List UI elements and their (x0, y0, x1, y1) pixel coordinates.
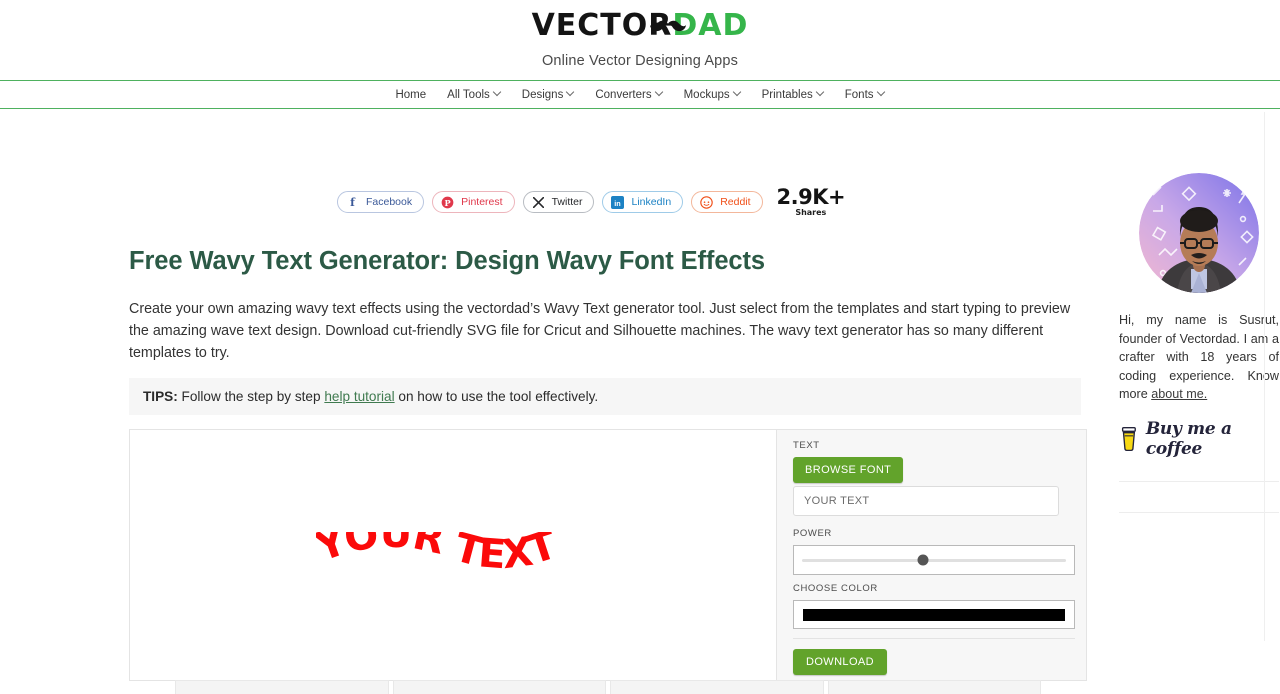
author-bio: Hi, my name is Susrut, founder of Vector… (1119, 311, 1279, 404)
chevron-down-icon (817, 89, 824, 96)
site-logo[interactable]: VECTORDAD (532, 9, 749, 43)
wavy-text-tool: YOUR TEXT TEXT BROWSE FONT POWER CHOOSE … (129, 429, 1087, 694)
site-header: VECTORDAD Online Vector Designing Apps (0, 0, 1280, 70)
main-content: f Facebook P Pinterest Twitter in Linked… (129, 109, 1091, 694)
page-title: Free Wavy Text Generator: Design Wavy Fo… (129, 247, 765, 275)
share-count: 2.9K+ Shares (777, 187, 846, 217)
browse-font-button[interactable]: BROWSE FONT (793, 457, 904, 483)
template-thumbnails-row (130, 680, 1086, 694)
help-tutorial-link[interactable]: help tutorial (324, 389, 394, 404)
svg-text:YOUR TEXT: YOUR TEXT (316, 532, 563, 578)
share-label: Twitter (551, 196, 583, 208)
nav-item-all-tools[interactable]: All Tools (447, 89, 501, 101)
chevron-down-icon (656, 89, 663, 96)
share-button-pinterest[interactable]: P Pinterest (432, 191, 515, 213)
share-button-facebook[interactable]: f Facebook (337, 191, 425, 213)
template-thumbnail[interactable] (827, 680, 1041, 694)
nav-label: Converters (595, 88, 652, 101)
nav-label: All Tools (447, 88, 490, 101)
choose-color-label: CHOOSE COLOR (793, 583, 878, 594)
sidebar-vertical-rule (1264, 112, 1265, 641)
nav-item-printables[interactable]: Printables (762, 89, 824, 101)
nav-item-designs[interactable]: Designs (522, 89, 575, 101)
social-share-bar: f Facebook P Pinterest Twitter in Linked… (337, 187, 1091, 217)
reddit-icon (700, 195, 713, 209)
panel-divider (793, 638, 1075, 639)
buy-me-a-coffee-button[interactable]: Buy me a coffee (1119, 419, 1279, 459)
wavy-text-svg: YOUR TEXT (309, 511, 564, 579)
svg-text:P: P (445, 197, 451, 207)
nav-label: Mockups (683, 88, 730, 101)
nav-label: Fonts (844, 88, 874, 101)
text-input[interactable] (793, 486, 1059, 516)
pinterest-icon: P (441, 196, 454, 209)
slider-track (802, 554, 1066, 566)
avatar (1139, 173, 1259, 293)
share-label: Reddit (720, 196, 751, 208)
about-me-link[interactable]: about me. (1151, 387, 1207, 401)
nav-item-mockups[interactable]: Mockups (684, 89, 741, 101)
logo-text-dad: DAD (672, 8, 749, 43)
tips-label: TIPS: (143, 389, 178, 404)
share-count-number: 2.9K+ (776, 185, 846, 209)
share-button-twitter[interactable]: Twitter (522, 191, 595, 213)
share-button-reddit[interactable]: Reddit (691, 191, 763, 213)
site-tagline: Online Vector Designing Apps (541, 53, 739, 69)
logo-text-vector: VECTOR (531, 8, 673, 43)
sidebar: Hi, my name is Susrut, founder of Vector… (1119, 109, 1279, 681)
coffee-cup-icon (1121, 426, 1136, 451)
linkedin-icon: in (611, 195, 625, 209)
chevron-down-icon (878, 89, 885, 96)
svg-text:in: in (615, 198, 622, 207)
share-label: LinkedIn (631, 196, 672, 208)
facebook-icon: f (350, 195, 355, 209)
nav-label: Designs (521, 88, 564, 101)
text-section-label: TEXT (793, 440, 820, 451)
coffee-label: Buy me a coffee (1145, 418, 1232, 459)
share-label: Pinterest (461, 196, 503, 208)
tips-box: TIPS: Follow the step by step help tutor… (129, 378, 1081, 415)
wavy-text-preview: YOUR TEXT (309, 511, 586, 602)
share-count-label: Shares (795, 208, 827, 217)
slider-knob[interactable] (917, 554, 929, 566)
main-navigation: Home All Tools Designs Converters Mockup… (0, 80, 1280, 109)
share-label: Facebook (366, 196, 413, 208)
intro-paragraph: Create your own amazing wavy text effect… (129, 301, 1071, 361)
color-picker[interactable] (793, 600, 1075, 629)
power-slider[interactable] (793, 545, 1075, 575)
chevron-down-icon (734, 89, 741, 96)
nav-label: Printables (761, 88, 813, 101)
nav-item-home[interactable]: Home (395, 89, 426, 101)
nav-item-fonts[interactable]: Fonts (845, 89, 885, 101)
tips-text-before: Follow the step by step (177, 389, 325, 404)
tips-text-after: on how to use the tool effectively. (394, 389, 599, 404)
template-thumbnail[interactable] (175, 680, 389, 694)
nav-label: Home (395, 88, 427, 101)
template-thumbnail[interactable] (392, 680, 606, 694)
tool-canvas[interactable]: YOUR TEXT (130, 430, 776, 680)
wavy-text-content: YOUR TEXT (309, 511, 564, 579)
chevron-down-icon (567, 89, 574, 96)
chevron-down-icon (494, 89, 501, 96)
color-swatch (803, 608, 1065, 621)
nav-list: Home All Tools Designs Converters Mockup… (0, 81, 1280, 108)
power-label: POWER (793, 528, 832, 539)
page-body: f Facebook P Pinterest Twitter in Linked… (0, 109, 1280, 694)
download-button[interactable]: DOWNLOAD (793, 649, 887, 675)
tool-options-panel: TEXT BROWSE FONT POWER CHOOSE COLOR DOWN… (776, 430, 1086, 680)
sidebar-divider (1119, 511, 1279, 513)
share-button-linkedin[interactable]: in LinkedIn (602, 191, 684, 213)
sidebar-divider (1119, 480, 1279, 482)
nav-item-converters[interactable]: Converters (595, 89, 662, 101)
twitter-x-icon (532, 196, 545, 209)
avatar-image (1139, 173, 1259, 293)
template-thumbnail[interactable] (610, 680, 824, 694)
